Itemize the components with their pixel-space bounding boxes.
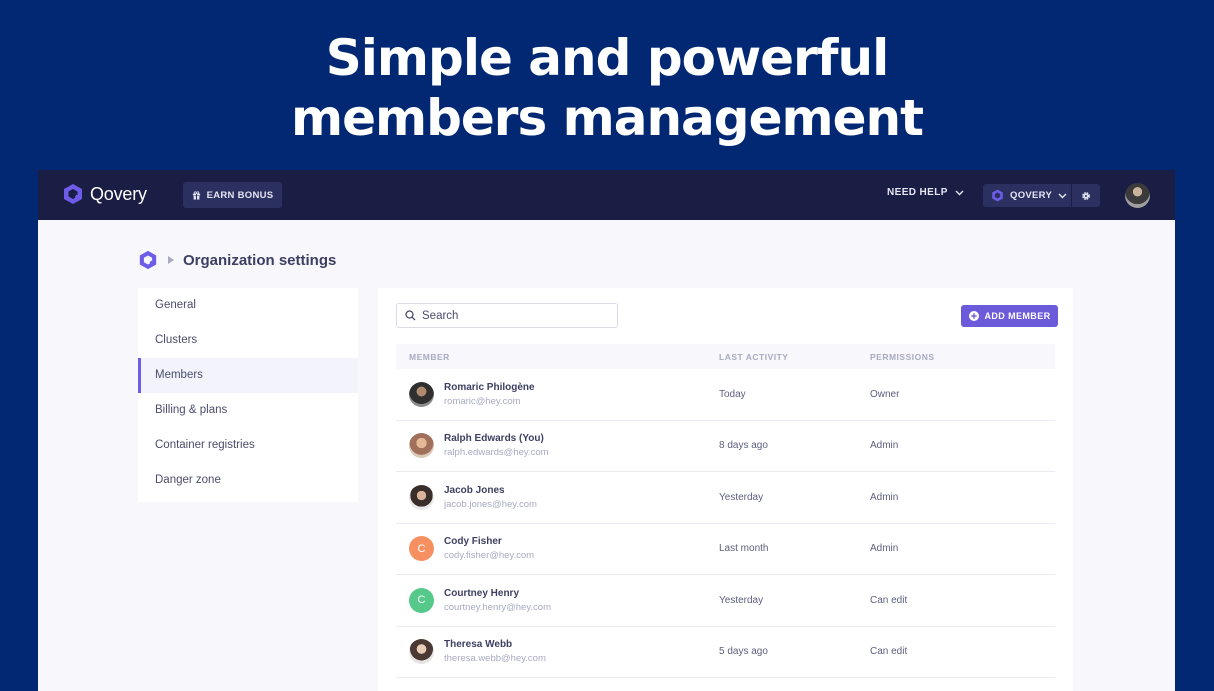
hero-line-1: Simple and powerful [325, 29, 889, 87]
page-title: Organization settings [183, 251, 337, 269]
caret-right-icon [168, 256, 174, 264]
member-email: ralph.edwards@hey.com [444, 447, 549, 459]
table-row[interactable]: Theresa Webb theresa.webb@hey.com 5 days… [396, 627, 1055, 678]
chevron-down-icon [955, 190, 964, 195]
member-last-activity: Last month [719, 543, 769, 555]
member-permission[interactable]: Can edit [870, 646, 907, 657]
gift-icon [192, 190, 200, 200]
add-member-label: ADD MEMBER [984, 311, 1051, 321]
gear-icon [1082, 191, 1090, 200]
earn-bonus-button[interactable]: EARN BONUS [183, 182, 282, 208]
add-member-button[interactable]: ADD MEMBER [961, 305, 1058, 327]
earn-bonus-label: EARN BONUS [206, 189, 274, 201]
member-avatar [409, 639, 434, 665]
member-info: Ralph Edwards (You) ralph.edwards@hey.co… [444, 433, 549, 458]
member-info: Jacob Jones jacob.jones@hey.com [444, 485, 537, 510]
member-info: Courtney Henry courtney.henry@hey.com [444, 588, 551, 613]
sidebar-item-clusters[interactable]: Clusters [138, 323, 358, 358]
table-row[interactable]: Jacob Jones jacob.jones@hey.com Yesterda… [396, 472, 1055, 524]
sidebar-item-general[interactable]: General [138, 288, 358, 323]
member-info: Cody Fisher cody.fisher@hey.com [444, 536, 534, 561]
user-avatar[interactable] [1125, 183, 1150, 208]
member-permission[interactable]: Can edit [870, 595, 907, 606]
member-avatar: C [409, 536, 434, 562]
hero-headline: Simple and powerful members management [0, 28, 1214, 148]
member-avatar: C [409, 587, 434, 613]
member-permission[interactable]: Admin [870, 543, 898, 554]
app-window: Qovery EARN BONUS NEED HELP QOVERY Organ… [38, 170, 1175, 691]
member-email: courtney.henry@hey.com [444, 601, 551, 613]
search-input[interactable] [422, 309, 602, 322]
column-header-member[interactable]: MEMBER [409, 352, 450, 362]
hero-line-2: members management [290, 89, 924, 147]
plus-circle-icon [968, 311, 979, 321]
member-last-activity: 5 days ago [719, 646, 768, 658]
qovery-logo-icon [64, 184, 82, 204]
member-avatar [409, 433, 434, 459]
table-row[interactable]: Ralph Edwards (You) ralph.edwards@hey.co… [396, 421, 1055, 472]
logo-text: Qovery [90, 183, 147, 204]
member-last-activity: 8 days ago [719, 440, 768, 452]
table-row[interactable]: C Courtney Henry courtney.henry@hey.com … [396, 575, 1055, 627]
need-help-menu[interactable]: NEED HELP [887, 187, 964, 198]
column-header-last-activity[interactable]: LAST ACTIVITY [719, 352, 788, 362]
member-email: romaric@hey.com [444, 395, 521, 407]
organization-settings-button[interactable] [1071, 184, 1100, 207]
top-navigation-bar: Qovery EARN BONUS NEED HELP QOVERY [38, 170, 1175, 220]
table-header: MEMBER LAST ACTIVITY PERMISSIONS [396, 344, 1055, 369]
search-box [396, 303, 618, 328]
member-last-activity: Today [719, 388, 746, 400]
chevron-down-icon [1058, 193, 1067, 198]
sidebar-item-container-registries[interactable]: Container registries [138, 428, 358, 463]
member-avatar [409, 381, 434, 407]
member-name: Theresa Webb [444, 639, 513, 651]
table-row[interactable]: C Cody Fisher cody.fisher@hey.com Last m… [396, 524, 1055, 575]
search-icon [405, 310, 416, 321]
member-name: Cody Fisher [444, 536, 502, 548]
member-name: Ralph Edwards (You) [444, 433, 544, 445]
organization-switcher: QOVERY [983, 184, 1100, 207]
member-name: Courtney Henry [444, 587, 520, 599]
sidebar-item-billing[interactable]: Billing & plans [138, 393, 358, 428]
member-info: Romaric Philogène romaric@hey.com [444, 382, 535, 407]
qovery-org-icon [992, 189, 1003, 202]
column-header-permissions[interactable]: PERMISSIONS [870, 352, 935, 362]
members-panel: ADD MEMBER MEMBER LAST ACTIVITY PERMISSI… [378, 288, 1073, 691]
organization-dropdown[interactable]: QOVERY [983, 184, 1071, 207]
member-name: Jacob Jones [444, 484, 505, 496]
table-row[interactable]: Romaric Philogène romaric@hey.com Today … [396, 369, 1055, 421]
member-name: Romaric Philogène [444, 381, 535, 393]
sidebar-item-danger-zone[interactable]: Danger zone [138, 463, 358, 498]
breadcrumb: Organization settings [138, 250, 336, 270]
member-email: jacob.jones@hey.com [444, 498, 537, 510]
qovery-logo-icon [139, 250, 157, 270]
member-last-activity: Yesterday [719, 491, 764, 503]
member-email: cody.fisher@hey.com [444, 550, 535, 562]
sidebar-item-members[interactable]: Members [138, 358, 358, 393]
member-permission[interactable]: Admin [870, 440, 898, 451]
member-info: Theresa Webb theresa.webb@hey.com [444, 639, 546, 664]
qovery-logo[interactable]: Qovery [62, 183, 147, 205]
member-permission[interactable]: Admin [870, 492, 898, 503]
member-email: theresa.webb@hey.com [444, 653, 546, 665]
member-permission[interactable]: Owner [870, 389, 899, 400]
members-table: MEMBER LAST ACTIVITY PERMISSIONS Romaric… [396, 344, 1055, 678]
member-avatar [409, 484, 434, 510]
organization-name: QOVERY [1010, 190, 1053, 201]
need-help-label: NEED HELP [887, 187, 948, 198]
member-last-activity: Yesterday [719, 594, 764, 606]
settings-sidebar: General Clusters Members Billing & plans… [138, 288, 358, 502]
